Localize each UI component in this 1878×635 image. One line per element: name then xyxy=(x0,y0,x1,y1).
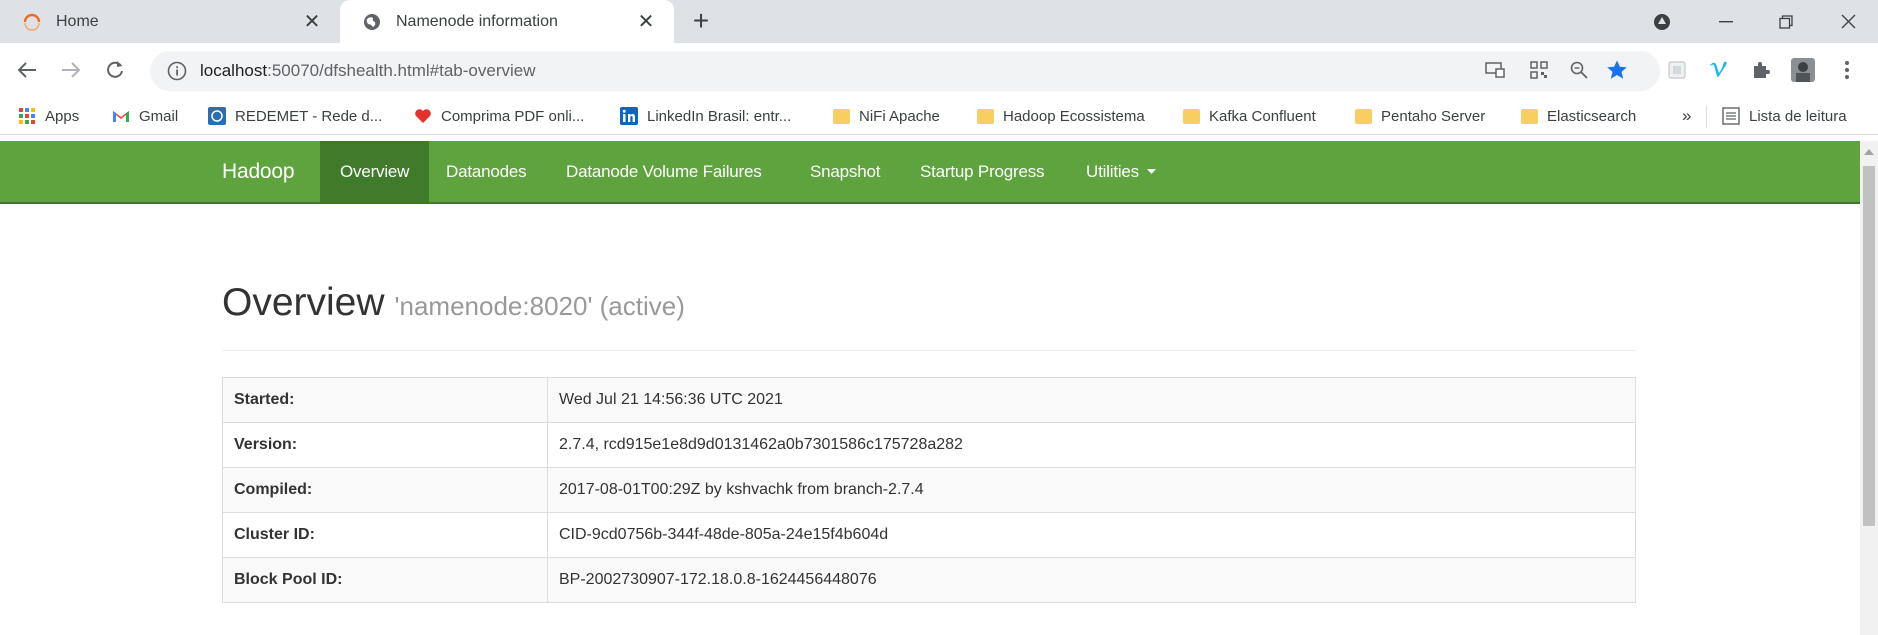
bookmark-folder-hadoop[interactable]: Hadoop Ecossistema xyxy=(976,104,1145,128)
table-row: Version: 2.7.4, rcd915e1e8d9d0131462a0b7… xyxy=(222,422,1636,468)
overview-table: Started: Wed Jul 21 14:56:36 UTC 2021 Ve… xyxy=(222,377,1636,603)
scroll-thumb[interactable] xyxy=(1863,166,1875,526)
nav-utilities[interactable]: Utilities xyxy=(1086,141,1156,202)
close-window-icon[interactable] xyxy=(1822,0,1874,43)
gmail-icon xyxy=(112,107,130,125)
folder-icon xyxy=(976,107,994,125)
tab-home[interactable]: Home ✕ xyxy=(0,0,340,43)
table-row: Started: Wed Jul 21 14:56:36 UTC 2021 xyxy=(222,377,1636,423)
row-value: BP-2002730907-172.18.0.8-1624456448076 xyxy=(547,557,1636,603)
nav-datanode-volume-failures[interactable]: Datanode Volume Failures xyxy=(566,141,762,202)
close-tab-icon[interactable]: ✕ xyxy=(300,9,324,33)
tab-strip: Home ✕ Namenode information ✕ + xyxy=(0,0,1878,43)
nav-snapshot[interactable]: Snapshot xyxy=(810,141,880,202)
bookmarks-divider xyxy=(1706,106,1707,128)
minimize-icon[interactable] xyxy=(1700,0,1752,43)
bookmark-label: LinkedIn Brasil: entr... xyxy=(647,107,792,125)
vimeo-icon[interactable] xyxy=(1706,57,1732,83)
bookmarks-overflow-button[interactable]: » xyxy=(1682,104,1691,128)
browser-toolbar: localhost:50070/dfshealth.html#tab-overv… xyxy=(0,43,1878,98)
globe-icon xyxy=(362,12,382,32)
close-tab-icon[interactable]: ✕ xyxy=(634,9,658,33)
bookmark-apps[interactable]: Apps xyxy=(18,104,79,128)
bookmark-label: NiFi Apache xyxy=(859,107,940,125)
extension-square-icon[interactable] xyxy=(1664,57,1690,83)
nav-utilities-label: Utilities xyxy=(1086,161,1139,181)
reading-list-button[interactable]: Lista de leitura xyxy=(1722,104,1847,128)
url-text: localhost:50070/dfshealth.html#tab-overv… xyxy=(200,61,536,80)
heart-icon xyxy=(414,107,432,125)
bookmark-comprima-pdf[interactable]: Comprima PDF onli... xyxy=(414,104,584,128)
bookmark-label: Hadoop Ecossistema xyxy=(1003,107,1145,125)
row-key: Block Pool ID: xyxy=(222,557,548,603)
row-key: Compiled: xyxy=(222,467,548,513)
cast-icon[interactable] xyxy=(1482,57,1508,83)
apps-grid-icon xyxy=(18,107,36,125)
reading-list-icon xyxy=(1722,107,1740,125)
namenode-subtitle: 'namenode:8020' (active) xyxy=(394,291,685,321)
bookmark-star-icon[interactable] xyxy=(1604,57,1630,83)
zoom-icon[interactable] xyxy=(1566,57,1592,83)
bookmark-label: Pentaho Server xyxy=(1381,107,1486,125)
page-scrollbar[interactable] xyxy=(1860,141,1878,635)
bookmark-linkedin[interactable]: LinkedIn Brasil: entr... xyxy=(620,104,791,128)
bookmarks-bar: Apps Gmail REDEMET - Rede d... Comprima … xyxy=(0,98,1878,135)
row-value: 2017-08-01T00:29Z by kshvachk from branc… xyxy=(547,467,1636,513)
puzzle-extensions-icon[interactable] xyxy=(1748,57,1774,83)
row-key: Version: xyxy=(222,422,548,468)
row-value: 2.7.4, rcd915e1e8d9d0131462a0b7301586c17… xyxy=(547,422,1636,468)
navbar-brand[interactable]: Hadoop xyxy=(222,141,295,202)
tab-title: Home xyxy=(56,12,99,30)
linkedin-icon xyxy=(620,107,638,125)
bookmark-label: Gmail xyxy=(139,107,179,125)
redemet-icon xyxy=(208,107,226,125)
tab-title: Namenode information xyxy=(396,12,558,30)
folder-icon xyxy=(832,107,850,125)
new-tab-button[interactable]: + xyxy=(686,7,716,37)
menu-dots-icon[interactable] xyxy=(1834,57,1860,83)
bookmark-gmail[interactable]: Gmail xyxy=(112,104,178,128)
bookmark-folder-elasticsearch[interactable]: Elasticsearch xyxy=(1520,104,1636,128)
address-bar[interactable]: localhost:50070/dfshealth.html#tab-overv… xyxy=(150,51,1660,91)
nav-overview[interactable]: Overview xyxy=(320,141,430,202)
table-row: Compiled: 2017-08-01T00:29Z by kshvachk … xyxy=(222,467,1636,513)
back-arrow-icon[interactable] xyxy=(12,55,42,85)
restore-icon[interactable] xyxy=(1760,0,1812,43)
table-row: Block Pool ID: BP-2002730907-172.18.0.8-… xyxy=(222,557,1636,603)
tab-namenode[interactable]: Namenode information ✕ xyxy=(340,0,674,43)
qr-code-icon[interactable] xyxy=(1526,57,1552,83)
page-title: Overview 'namenode:8020' (active) xyxy=(222,281,685,325)
bookmark-redemet[interactable]: REDEMET - Rede d... xyxy=(208,104,382,128)
bookmark-label: Apps xyxy=(45,107,80,125)
folder-icon xyxy=(1182,107,1200,125)
chrome-profile-icon[interactable] xyxy=(1636,0,1688,43)
bookmark-label: Elasticsearch xyxy=(1547,107,1637,125)
reload-icon[interactable] xyxy=(100,55,130,85)
bookmark-label: REDEMET - Rede d... xyxy=(235,107,383,125)
folder-icon xyxy=(1354,107,1372,125)
overview-heading: Overview xyxy=(222,281,385,324)
row-value: Wed Jul 21 14:56:36 UTC 2021 xyxy=(547,377,1636,423)
home-favicon-icon xyxy=(22,12,42,32)
hadoop-navbar: Hadoop Overview Datanodes Datanode Volum… xyxy=(0,141,1860,204)
row-key: Started: xyxy=(222,377,548,423)
forward-arrow-icon[interactable] xyxy=(56,55,86,85)
title-divider xyxy=(222,350,1636,351)
bookmark-folder-nifi[interactable]: NiFi Apache xyxy=(832,104,940,128)
row-value: CID-9cd0756b-344f-48de-805a-24e15f4b604d xyxy=(547,512,1636,558)
info-icon[interactable] xyxy=(166,60,188,82)
bookmark-folder-kafka[interactable]: Kafka Confluent xyxy=(1182,104,1316,128)
nav-startup-progress[interactable]: Startup Progress xyxy=(920,141,1045,202)
scroll-up-arrow-icon[interactable] xyxy=(1864,149,1874,155)
reading-list-label: Lista de leitura xyxy=(1749,107,1847,125)
table-row: Cluster ID: CID-9cd0756b-344f-48de-805a-… xyxy=(222,512,1636,558)
row-key: Cluster ID: xyxy=(222,512,548,558)
bookmark-label: Comprima PDF onli... xyxy=(441,107,585,125)
nav-datanodes[interactable]: Datanodes xyxy=(446,141,527,202)
bookmark-folder-pentaho[interactable]: Pentaho Server xyxy=(1354,104,1485,128)
folder-icon xyxy=(1520,107,1538,125)
profile-avatar-icon[interactable] xyxy=(1790,57,1816,83)
bookmark-label: Kafka Confluent xyxy=(1209,107,1316,125)
caret-down-icon xyxy=(1147,168,1156,175)
